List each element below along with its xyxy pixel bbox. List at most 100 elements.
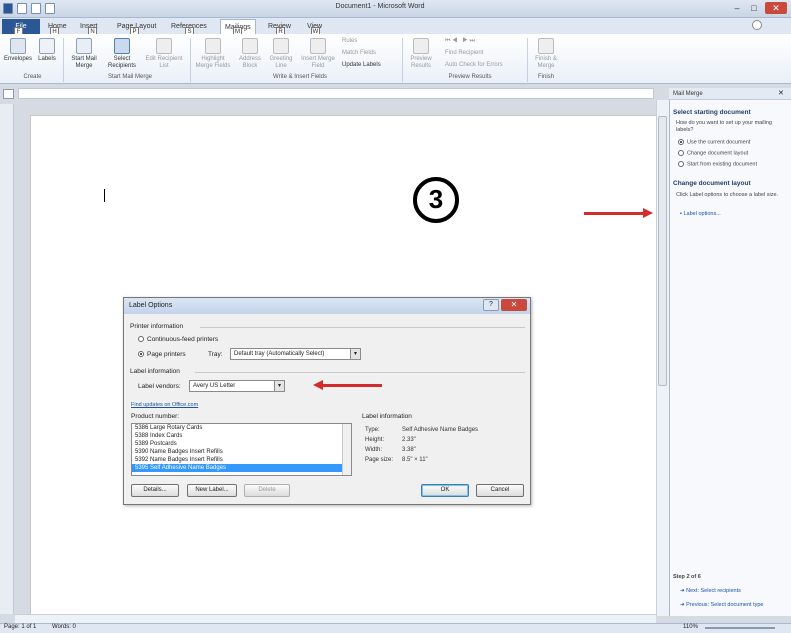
vertical-ruler[interactable] bbox=[0, 104, 14, 614]
option-use-current-document[interactable]: Use the current document bbox=[678, 139, 750, 146]
record-navigation[interactable]: ⏮ ◀ ▶ ⏭ bbox=[445, 38, 475, 45]
dialog-title: Label Options bbox=[124, 298, 530, 314]
option-change-document-layout[interactable]: Change document layout bbox=[678, 150, 748, 157]
labels-icon bbox=[39, 38, 55, 54]
edit-list-icon bbox=[156, 38, 172, 54]
redo-icon[interactable] bbox=[45, 3, 55, 14]
pane-title: Mail Merge bbox=[669, 88, 791, 100]
maximize-button[interactable]: □ bbox=[747, 2, 761, 14]
label-options-link[interactable]: ▪ Label options... bbox=[680, 211, 721, 217]
list-item[interactable]: 5386 Large Rotary Cards bbox=[132, 424, 351, 432]
dialog-close-button[interactable]: ✕ bbox=[501, 299, 527, 311]
zoom-slider[interactable] bbox=[705, 627, 775, 629]
product-number-list[interactable]: 5386 Large Rotary Cards 5388 Index Cards… bbox=[131, 423, 352, 476]
preview-results-button[interactable]: Preview Results bbox=[405, 38, 437, 70]
insert-field-icon bbox=[310, 38, 326, 54]
section-description: Click Label options to choose a label si… bbox=[676, 192, 779, 198]
help-icon[interactable] bbox=[752, 20, 762, 30]
product-number-label: Product number: bbox=[131, 413, 180, 420]
list-scrollbar[interactable] bbox=[342, 424, 351, 475]
tray-select[interactable]: Default tray (Automatically Select) ▾ bbox=[230, 348, 361, 360]
horizontal-ruler[interactable] bbox=[18, 88, 654, 99]
close-button[interactable]: ✕ bbox=[765, 2, 787, 14]
find-recipient-button[interactable]: Find Recipient bbox=[445, 50, 483, 56]
separator bbox=[63, 38, 64, 82]
page-count[interactable]: Page: 1 of 1 bbox=[4, 624, 36, 630]
pane-close-icon[interactable]: ✕ bbox=[778, 89, 784, 97]
horizontal-scrollbar[interactable] bbox=[15, 614, 656, 623]
info-page-size-key: Page size: bbox=[365, 457, 394, 463]
info-height-key: Height: bbox=[365, 437, 385, 443]
word-app-icon[interactable] bbox=[3, 3, 13, 14]
step-number-badge: 3 bbox=[413, 177, 459, 223]
minimize-button[interactable]: – bbox=[730, 2, 744, 14]
scrollbar-thumb[interactable] bbox=[658, 116, 667, 386]
address-block-icon bbox=[242, 38, 258, 54]
label-vendors-label: Label vendors: bbox=[138, 383, 181, 390]
save-icon[interactable] bbox=[17, 3, 27, 14]
ok-button[interactable]: OK bbox=[421, 484, 469, 497]
auto-check-errors-button[interactable]: Auto Check for Errors bbox=[445, 62, 503, 68]
highlight-merge-fields-button[interactable]: Highlight Merge Fields bbox=[193, 38, 233, 70]
word-count[interactable]: Words: 0 bbox=[52, 624, 76, 630]
arrow-indicator bbox=[322, 384, 382, 387]
update-labels-button[interactable]: Update Labels bbox=[342, 62, 381, 68]
start-merge-icon bbox=[76, 38, 92, 54]
edit-recipient-list-button[interactable]: Edit Recipient List bbox=[142, 38, 186, 70]
previous-step-link[interactable]: ➜ Previous: Select document type bbox=[680, 602, 764, 608]
info-width-key: Width: bbox=[365, 447, 383, 453]
find-updates-link[interactable]: Find updates on Office.com bbox=[131, 402, 198, 408]
list-item[interactable]: 5392 Name Badges Insert Refills bbox=[132, 456, 351, 464]
zoom-level[interactable]: 110% bbox=[683, 624, 698, 630]
match-fields-button[interactable]: Match Fields bbox=[342, 50, 376, 56]
list-item[interactable]: 5388 Index Cards bbox=[132, 432, 351, 440]
next-step-link[interactable]: ➜ Next: Select recipients bbox=[680, 588, 741, 594]
undo-icon[interactable] bbox=[31, 3, 41, 14]
address-block-button[interactable]: Address Block bbox=[235, 38, 265, 70]
insert-merge-field-button[interactable]: Insert Merge Field bbox=[298, 38, 338, 70]
group-preview-results: Preview Results bbox=[448, 74, 492, 80]
envelope-icon bbox=[10, 38, 26, 54]
continuous-feed-option[interactable]: Continuous-feed printers bbox=[138, 336, 218, 343]
section-description: How do you want to set up your mailing l… bbox=[676, 120, 772, 133]
window-title: Document1 - Microsoft Word bbox=[335, 3, 425, 10]
new-label-button[interactable]: New Label... bbox=[187, 484, 237, 497]
label-information-label: Label information bbox=[130, 368, 180, 375]
arrow-right-icon bbox=[643, 208, 653, 218]
finish-merge-icon bbox=[538, 38, 554, 54]
envelopes-button[interactable]: Envelopes bbox=[3, 38, 33, 63]
list-item[interactable]: 5389 Postcards bbox=[132, 440, 351, 448]
radio-icon bbox=[678, 161, 684, 167]
radio-icon bbox=[138, 336, 144, 343]
select-recipients-button[interactable]: Select Recipients bbox=[104, 38, 140, 70]
option-start-from-existing[interactable]: Start from existing document bbox=[678, 161, 757, 168]
info-width-value: 3.38" bbox=[402, 447, 416, 453]
finish-merge-button[interactable]: Finish & Merge bbox=[530, 38, 562, 70]
group-finish: Finish bbox=[537, 74, 554, 80]
chevron-down-icon: ▾ bbox=[274, 381, 284, 391]
info-type-value: Self Adhesive Name Badges bbox=[402, 427, 479, 433]
page-printers-option[interactable]: Page printers bbox=[138, 351, 186, 358]
group-create: Create bbox=[23, 74, 42, 80]
chevron-down-icon: ▾ bbox=[350, 349, 360, 359]
section-select-starting-document: Select starting document bbox=[673, 109, 751, 116]
ruler-toggle[interactable] bbox=[3, 89, 14, 99]
radio-icon bbox=[138, 351, 144, 358]
details-button[interactable]: Details... bbox=[131, 484, 179, 497]
dialog-help-button[interactable]: ? bbox=[483, 299, 499, 311]
label-vendors-select[interactable]: Avery US Letter ▾ bbox=[189, 380, 285, 392]
labels-button[interactable]: Labels bbox=[36, 38, 58, 63]
greeting-line-icon bbox=[273, 38, 289, 54]
info-height-value: 2.33" bbox=[402, 437, 416, 443]
start-mail-merge-button[interactable]: Start Mail Merge bbox=[66, 38, 102, 70]
separator bbox=[527, 38, 528, 82]
cancel-button[interactable]: Cancel bbox=[476, 484, 524, 497]
rules-button[interactable]: Rules bbox=[342, 38, 357, 44]
list-item[interactable]: 5390 Name Badges Insert Refills bbox=[132, 448, 351, 456]
group-start-mail-merge: Start Mail Merge bbox=[107, 74, 152, 80]
delete-button[interactable]: Delete bbox=[244, 484, 290, 497]
label-info-heading: Label information bbox=[362, 413, 412, 420]
step-indicator: Step 2 of 6 bbox=[673, 574, 701, 580]
greeting-line-button[interactable]: Greeting Line bbox=[266, 38, 296, 70]
list-item-selected[interactable]: 5395 Self Adhesive Name Badges bbox=[132, 464, 351, 472]
